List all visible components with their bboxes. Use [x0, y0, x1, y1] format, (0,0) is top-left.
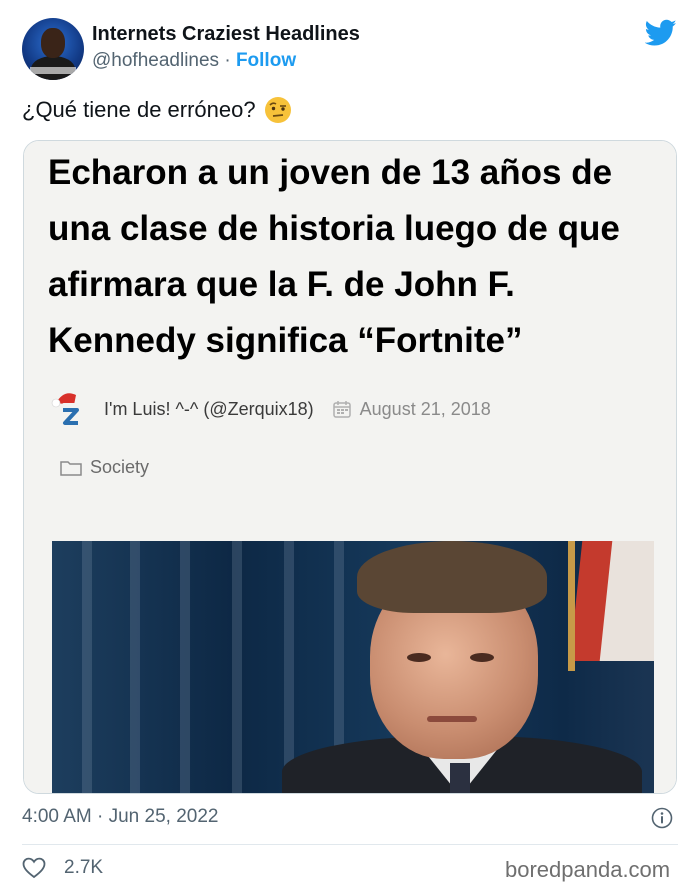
- like-action[interactable]: 2.7K: [22, 857, 103, 879]
- face-with-raised-eyebrow-icon: [264, 97, 291, 123]
- heart-icon[interactable]: [22, 857, 46, 879]
- avatar-face: [41, 28, 65, 58]
- folder-icon: [60, 460, 82, 476]
- article-photo: [52, 541, 654, 793]
- portrait-eye-left: [407, 653, 431, 662]
- article-author: I'm Luis! ^-^ (@Zerquix18): [104, 398, 314, 419]
- card-background: Echaron a un joven de 13 años de una cla…: [24, 141, 676, 793]
- linked-image-card[interactable]: Echaron a un joven de 13 años de una cla…: [23, 140, 677, 794]
- curtain-fold: [180, 541, 190, 793]
- article-date: August 21, 2018: [359, 398, 491, 419]
- article-category: Society: [60, 457, 149, 478]
- tweet-timestamp[interactable]: 4:00 AM · Jun 25, 2022: [22, 806, 218, 828]
- portrait-hair: [357, 541, 547, 613]
- curtain-fold: [232, 541, 242, 793]
- z-santa-hat-icon: [51, 393, 80, 425]
- avatar-banner: [30, 67, 76, 74]
- portrait-eye-right: [470, 653, 494, 662]
- handle[interactable]: @hofheadlines: [92, 50, 219, 71]
- flag-pole: [568, 541, 575, 671]
- portrait-mouth: [427, 716, 477, 722]
- avatar[interactable]: [22, 18, 84, 80]
- separator: ·: [224, 50, 231, 71]
- watermark: boredpanda.com: [505, 857, 671, 882]
- divider: [22, 844, 678, 845]
- curtain-fold: [284, 541, 294, 793]
- curtain-fold: [82, 541, 92, 793]
- handle-row: @hofheadlines · Follow: [92, 50, 296, 72]
- info-icon[interactable]: [651, 807, 673, 829]
- tweet-text: ¿Qué tiene de erróneo?: [22, 96, 292, 124]
- tweet-text-content: ¿Qué tiene de erróneo?: [22, 97, 256, 122]
- display-name[interactable]: Internets Craziest Headlines: [92, 23, 360, 46]
- calendar-icon: [332, 401, 351, 418]
- like-count: 2.7K: [64, 857, 104, 878]
- follow-button[interactable]: Follow: [236, 50, 296, 71]
- article-headline: Echaron a un joven de 13 años de una cla…: [48, 153, 620, 360]
- curtain-fold: [130, 541, 140, 793]
- article-category-label: Society: [90, 457, 150, 477]
- article-meta-row: I'm Luis! ^-^ (@Zerquix18) August 21, 20…: [50, 389, 650, 429]
- twitter-bird-icon[interactable]: [645, 19, 677, 47]
- tweet-header: Internets Craziest Headlines @hofheadlin…: [0, 0, 700, 90]
- portrait-tie: [450, 763, 470, 793]
